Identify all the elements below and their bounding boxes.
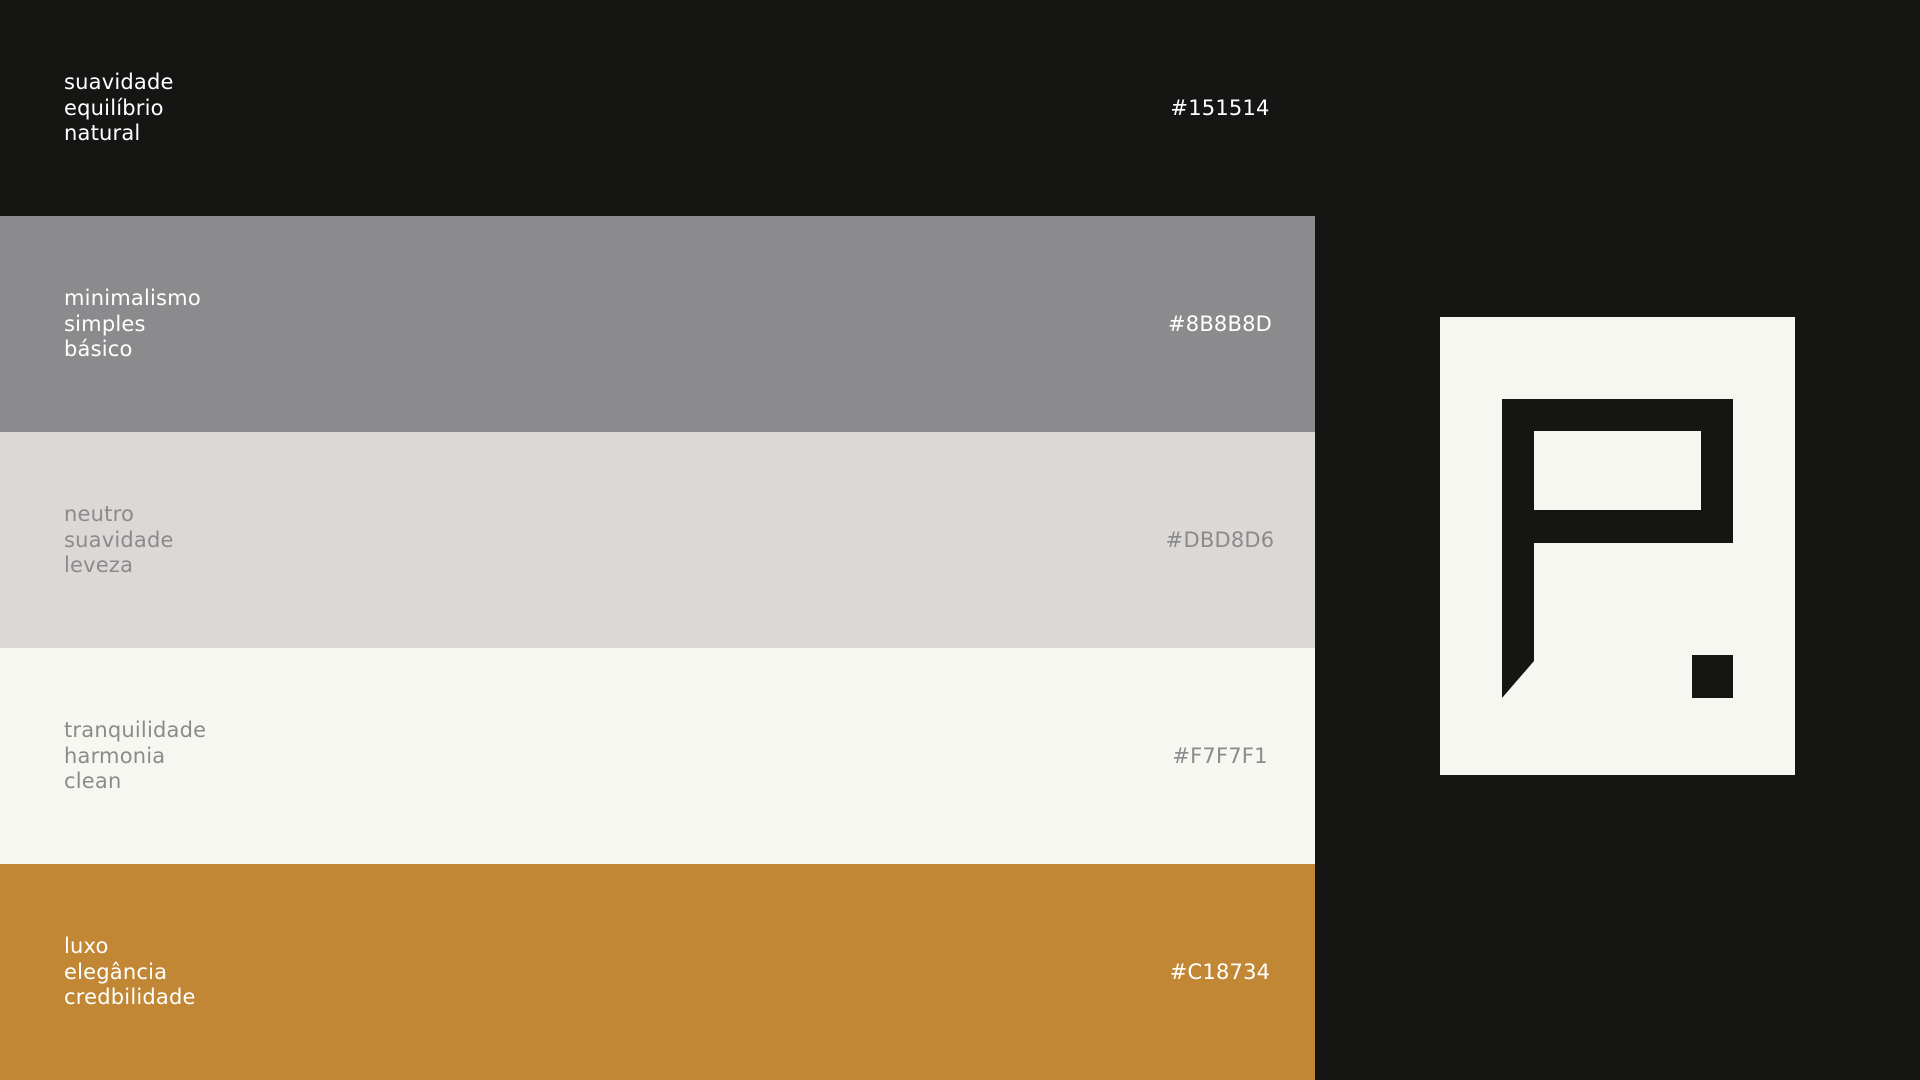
swatch-2: neutro suavidade leveza #DBD8D6	[0, 432, 1315, 648]
logo-background	[1440, 317, 1795, 775]
swatch-hex-code: #C18734	[1169, 960, 1271, 984]
swatch-keyword: clean	[64, 768, 122, 793]
swatch-keywords: luxo elegância credbilidade	[64, 934, 196, 1011]
swatch-keyword: suavidade	[64, 527, 174, 552]
swatch-keyword: suavidade	[64, 69, 174, 94]
swatch-hex-code: #DBD8D6	[1165, 528, 1275, 552]
swatch-keywords: tranquilidade harmonia clean	[64, 718, 206, 795]
swatch-keyword: simples	[64, 311, 146, 336]
swatch-keyword: natural	[64, 120, 141, 145]
swatch-3: tranquilidade harmonia clean #F7F7F1	[0, 648, 1315, 864]
swatch-keyword: neutro	[64, 501, 134, 526]
swatch-hex-code: #151514	[1170, 96, 1270, 120]
swatch-keywords: suavidade equilíbrio natural	[64, 70, 174, 147]
swatch-4: luxo elegância credbilidade #C18734	[0, 864, 1315, 1080]
swatch-1: minimalismo simples básico #8B8B8D	[0, 216, 1315, 432]
swatch-hex-code: #F7F7F1	[1172, 744, 1268, 768]
swatch-keywords: neutro suavidade leveza	[64, 502, 174, 579]
swatch-0: suavidade equilíbrio natural #151514	[0, 0, 1315, 216]
swatch-keywords: minimalismo simples básico	[64, 286, 201, 363]
color-palette: suavidade equilíbrio natural #151514 min…	[0, 0, 1315, 1080]
swatch-keyword: credbilidade	[64, 984, 196, 1009]
swatch-keyword: minimalismo	[64, 285, 201, 310]
swatch-hex-code: #8B8B8D	[1167, 312, 1273, 336]
swatch-keyword: elegância	[64, 959, 168, 984]
swatch-keyword: luxo	[64, 933, 109, 958]
logo-mark	[1440, 317, 1795, 775]
swatch-keyword: harmonia	[64, 743, 166, 768]
swatch-keyword: equilíbrio	[64, 95, 164, 120]
logo-period-dot	[1692, 655, 1733, 698]
swatch-keyword: básico	[64, 336, 133, 361]
swatch-keyword: tranquilidade	[64, 717, 207, 742]
letter-p-logo-icon	[1440, 317, 1795, 775]
color-palette-page: suavidade equilíbrio natural #151514 min…	[0, 0, 1920, 1080]
swatch-keyword: leveza	[64, 552, 134, 577]
